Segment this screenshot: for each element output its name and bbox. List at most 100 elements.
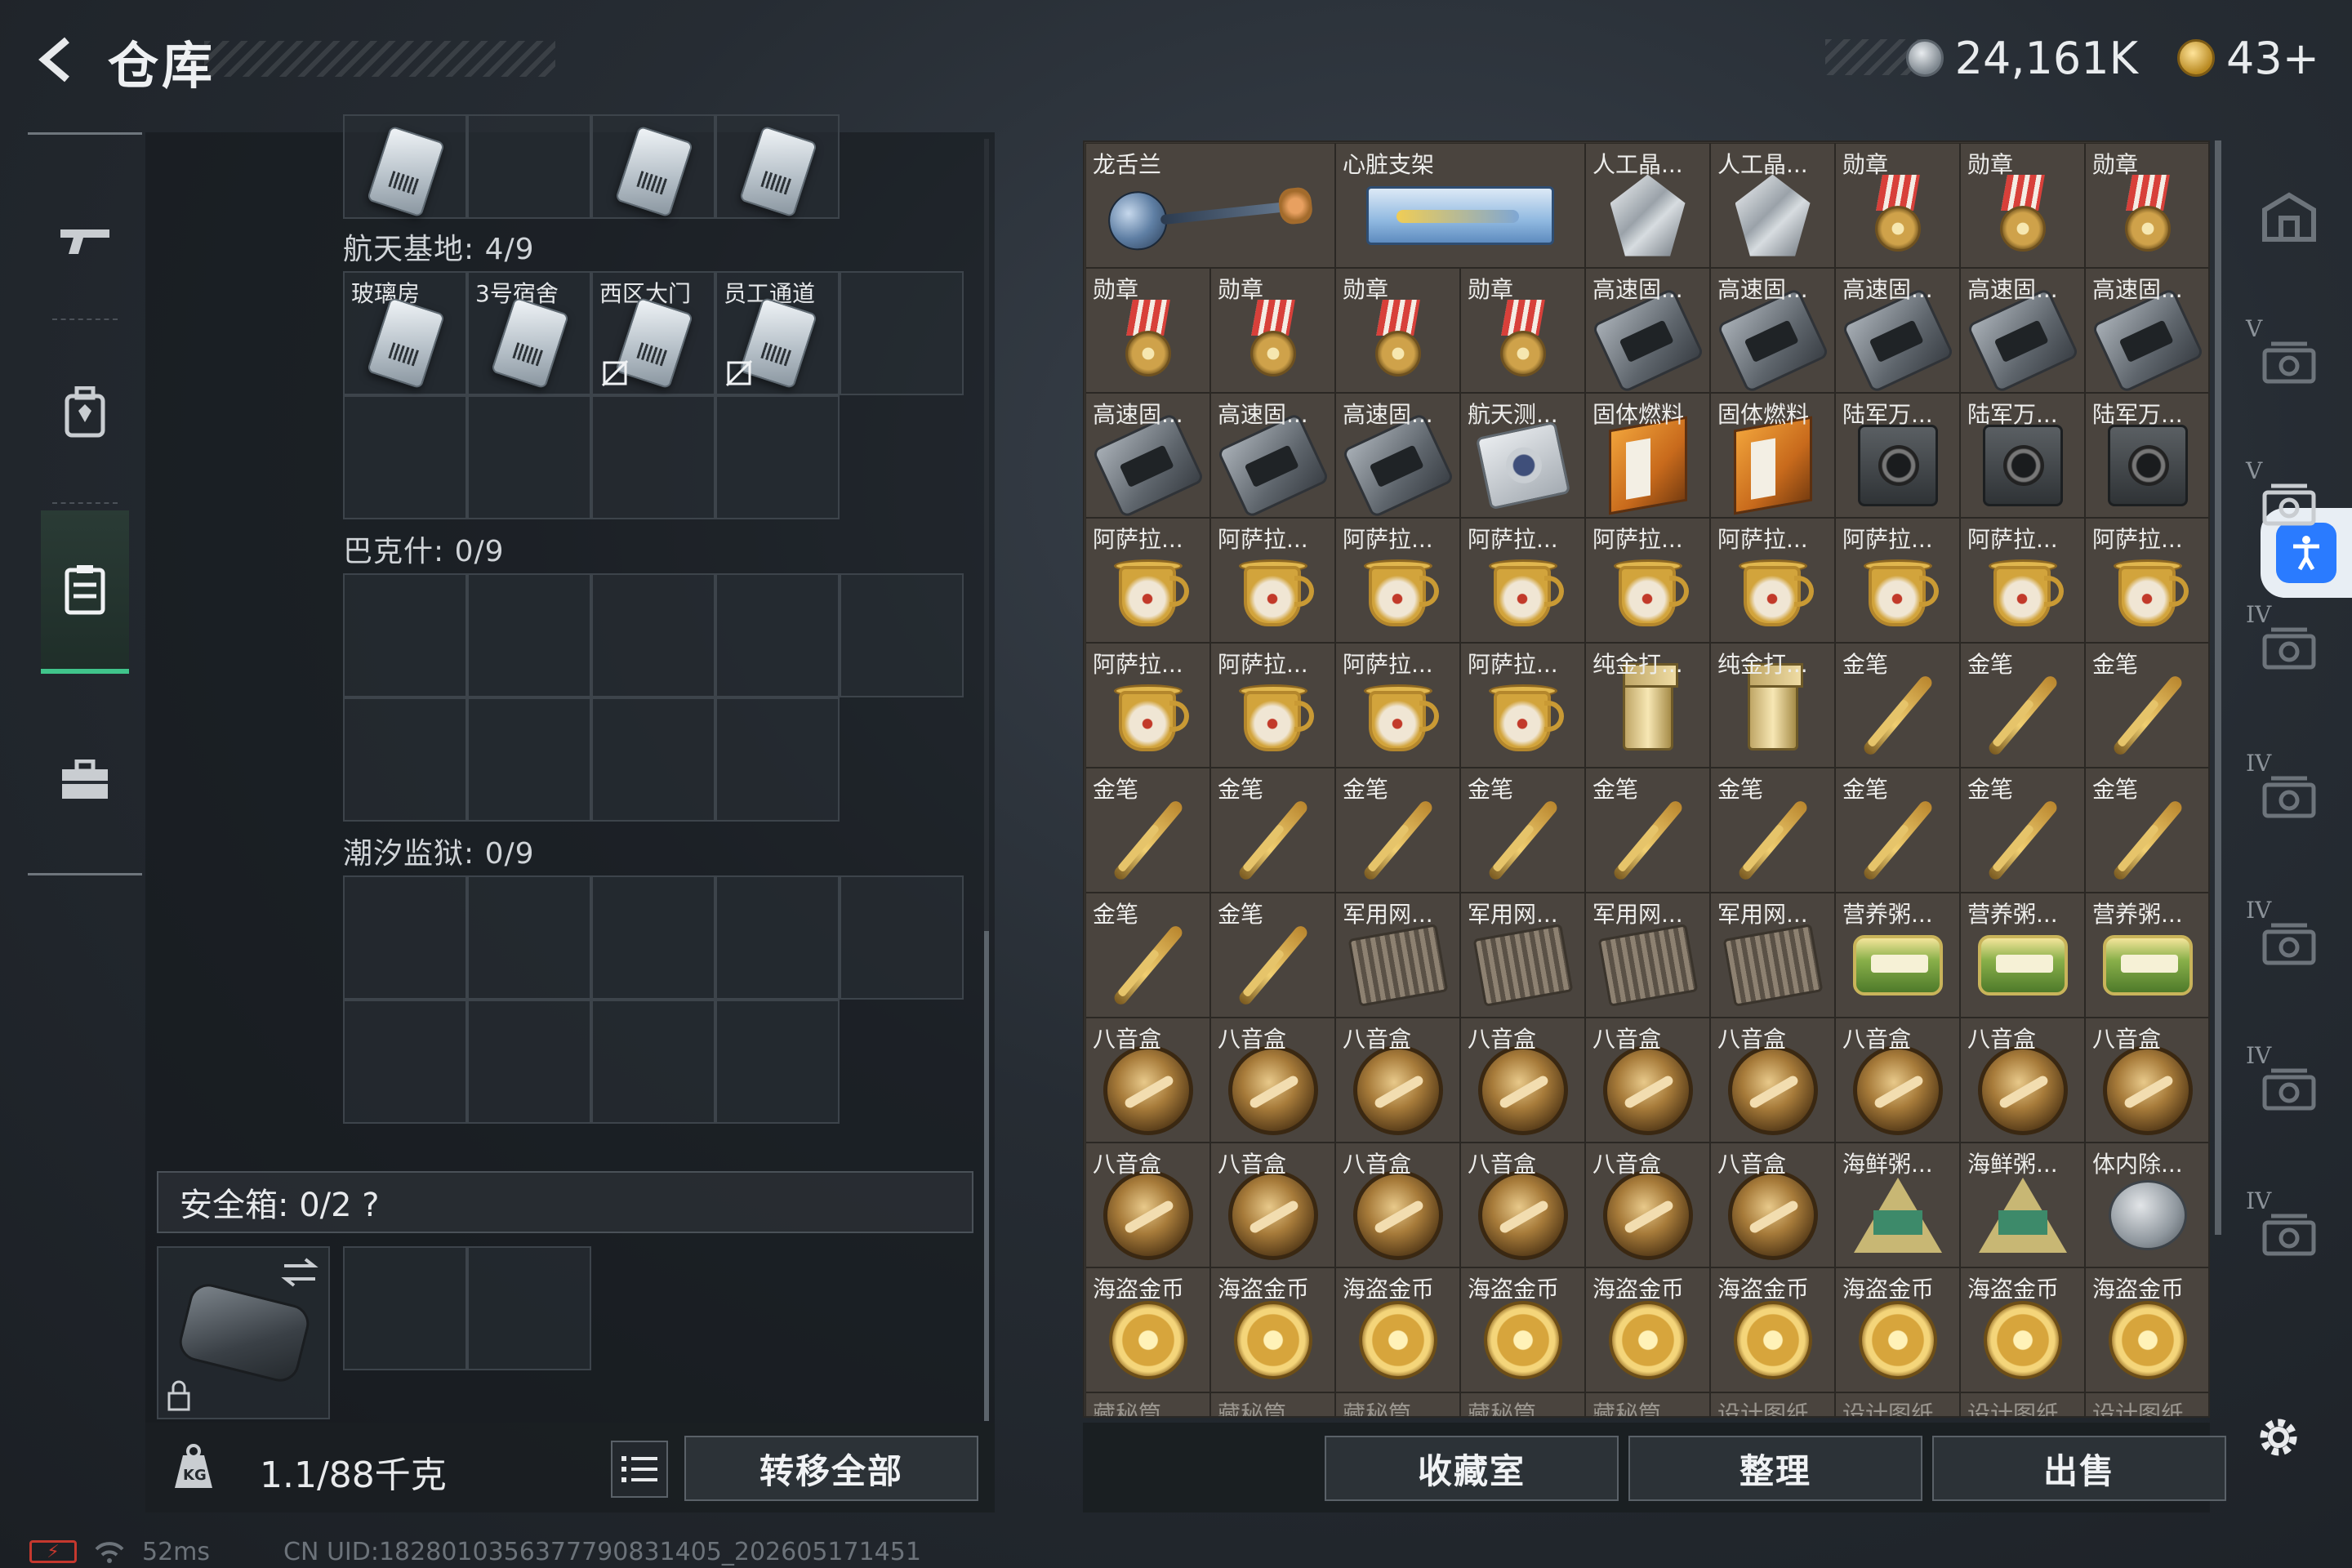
storage-slot[interactable] bbox=[591, 114, 715, 219]
item-cell[interactable]: 高速固... bbox=[2085, 268, 2208, 393]
item-cell[interactable]: 陆军万... bbox=[1835, 393, 1960, 518]
item-cell[interactable]: 高速固... bbox=[1335, 393, 1460, 518]
item-cell[interactable]: 勋章 bbox=[1835, 143, 1960, 268]
item-cell[interactable]: 阿萨拉... bbox=[1960, 518, 2085, 643]
item-cell[interactable]: 纯金打... bbox=[1710, 643, 1835, 768]
key-slot[interactable] bbox=[840, 875, 964, 1000]
item-cell[interactable]: 八音盒 bbox=[1460, 1143, 1585, 1267]
item-cell[interactable]: 金笔 bbox=[1335, 768, 1460, 893]
key-slot[interactable] bbox=[343, 875, 467, 1000]
item-cell[interactable]: 航天测... bbox=[1460, 393, 1585, 518]
item-cell[interactable]: 八音盒 bbox=[1585, 1143, 1710, 1267]
item-cell[interactable]: 金笔 bbox=[2085, 643, 2208, 768]
back-button[interactable] bbox=[24, 31, 90, 88]
item-cell[interactable]: 海盗金币 bbox=[2085, 1267, 2208, 1392]
item-cell[interactable]: 藏秘筒 bbox=[1210, 1392, 1335, 1416]
item-cell[interactable]: 陆军万... bbox=[1960, 393, 2085, 518]
item-cell[interactable]: 海盗金币 bbox=[1960, 1267, 2085, 1392]
key-slot[interactable] bbox=[591, 573, 715, 697]
item-cell[interactable]: 金笔 bbox=[1710, 768, 1835, 893]
key-slot[interactable] bbox=[467, 395, 591, 519]
item-cell[interactable]: 金笔 bbox=[1960, 643, 2085, 768]
item-cell[interactable]: 龙舌兰 bbox=[1085, 143, 1335, 268]
item-cell[interactable]: 高速固... bbox=[1210, 393, 1335, 518]
item-cell[interactable]: 勋章 bbox=[1335, 268, 1460, 393]
item-cell[interactable]: 心脏支架 bbox=[1335, 143, 1585, 268]
item-cell[interactable]: 高速固... bbox=[1835, 268, 1960, 393]
item-cell[interactable]: 营养粥... bbox=[1960, 893, 2085, 1018]
item-cell[interactable]: 人工晶... bbox=[1710, 143, 1835, 268]
nav-weapons[interactable] bbox=[41, 158, 129, 321]
key-slot[interactable] bbox=[467, 1000, 591, 1124]
key-slot[interactable] bbox=[715, 1000, 840, 1124]
nav-tier-4[interactable]: IV bbox=[2244, 595, 2334, 701]
item-cell[interactable]: 八音盒 bbox=[1960, 1018, 2085, 1143]
key-slot[interactable] bbox=[715, 875, 840, 1000]
item-cell[interactable]: 勋章 bbox=[1460, 268, 1585, 393]
item-cell[interactable]: 军用网... bbox=[1335, 893, 1460, 1018]
item-cell[interactable]: 八音盒 bbox=[1710, 1143, 1835, 1267]
gold-amount[interactable]: 43+ bbox=[2226, 33, 2319, 84]
storage-slot[interactable] bbox=[715, 114, 840, 219]
item-cell[interactable]: 阿萨拉... bbox=[1460, 518, 1585, 643]
item-cell[interactable]: 八音盒 bbox=[1085, 1143, 1210, 1267]
item-cell[interactable]: 固体燃料 bbox=[1585, 393, 1710, 518]
safebox-slot[interactable] bbox=[343, 1246, 467, 1370]
nav-tier-8[interactable]: IV bbox=[2244, 1181, 2334, 1287]
item-cell[interactable]: 海盗金币 bbox=[1335, 1267, 1460, 1392]
item-cell[interactable]: 阿萨拉... bbox=[1085, 518, 1210, 643]
item-cell[interactable]: 海鲜粥... bbox=[1835, 1143, 1960, 1267]
item-cell[interactable]: 勋章 bbox=[1085, 268, 1210, 393]
safebox-case[interactable] bbox=[157, 1246, 330, 1419]
swap-icon[interactable] bbox=[281, 1256, 318, 1289]
key-slot[interactable] bbox=[591, 697, 715, 822]
item-cell[interactable]: 勋章 bbox=[1960, 143, 2085, 268]
nav-tier-2[interactable]: V bbox=[2244, 309, 2334, 415]
settings-button[interactable] bbox=[2246, 1405, 2311, 1470]
item-cell[interactable]: 阿萨拉... bbox=[1210, 643, 1335, 768]
item-cell[interactable]: 阿萨拉... bbox=[1335, 643, 1460, 768]
key-slot[interactable] bbox=[467, 573, 591, 697]
nav-tier-7[interactable]: IV bbox=[2244, 1036, 2334, 1142]
key-slot[interactable] bbox=[591, 1000, 715, 1124]
item-cell[interactable]: 金笔 bbox=[1210, 893, 1335, 1018]
item-cell[interactable]: 固体燃料 bbox=[1710, 393, 1835, 518]
item-cell[interactable]: 金笔 bbox=[1585, 768, 1710, 893]
item-cell[interactable]: 金笔 bbox=[1835, 768, 1960, 893]
storage-scrollbar-thumb[interactable] bbox=[984, 931, 989, 1421]
nav-briefcase[interactable] bbox=[41, 698, 129, 862]
nav-home[interactable] bbox=[2244, 163, 2334, 270]
item-cell[interactable]: 高速固... bbox=[1085, 393, 1210, 518]
item-cell[interactable]: 海盗金币 bbox=[1460, 1267, 1585, 1392]
item-cell[interactable]: 八音盒 bbox=[1210, 1143, 1335, 1267]
key-slot[interactable] bbox=[343, 697, 467, 822]
item-cell[interactable]: 阿萨拉... bbox=[1460, 643, 1585, 768]
item-cell[interactable]: 八音盒 bbox=[2085, 1018, 2208, 1143]
item-cell[interactable]: 设计图纸 bbox=[1835, 1392, 1960, 1416]
item-cell[interactable]: 阿萨拉... bbox=[1835, 518, 1960, 643]
item-cell[interactable]: 勋章 bbox=[2085, 143, 2208, 268]
storage-slot[interactable] bbox=[467, 114, 591, 219]
item-cell[interactable]: 阿萨拉... bbox=[1710, 518, 1835, 643]
item-cell[interactable]: 设计图纸 bbox=[2085, 1392, 2208, 1416]
nav-backpack[interactable] bbox=[41, 331, 129, 494]
collection-room-button[interactable]: 收藏室 bbox=[1325, 1436, 1619, 1501]
item-cell[interactable]: 设计图纸 bbox=[1960, 1392, 2085, 1416]
item-cell[interactable]: 金笔 bbox=[1960, 768, 2085, 893]
item-cell[interactable]: 藏秘筒 bbox=[1460, 1392, 1585, 1416]
key-slot[interactable] bbox=[840, 271, 964, 395]
item-cell[interactable]: 藏秘筒 bbox=[1335, 1392, 1460, 1416]
key-slot[interactable] bbox=[840, 573, 964, 697]
item-cell[interactable]: 八音盒 bbox=[1585, 1018, 1710, 1143]
inventory-scrollbar[interactable] bbox=[2215, 140, 2221, 1235]
key-slot[interactable] bbox=[343, 1000, 467, 1124]
item-cell[interactable]: 纯金打... bbox=[1585, 643, 1710, 768]
item-cell[interactable]: 金笔 bbox=[1085, 768, 1210, 893]
sell-button[interactable]: 出售 bbox=[1932, 1436, 2226, 1501]
item-cell[interactable]: 军用网... bbox=[1710, 893, 1835, 1018]
item-cell[interactable]: 藏秘筒 bbox=[1585, 1392, 1710, 1416]
key-slot[interactable] bbox=[715, 697, 840, 822]
key-slot[interactable] bbox=[343, 573, 467, 697]
item-cell[interactable]: 体内除... bbox=[2085, 1143, 2208, 1267]
item-cell[interactable]: 藏秘筒 bbox=[1085, 1392, 1210, 1416]
